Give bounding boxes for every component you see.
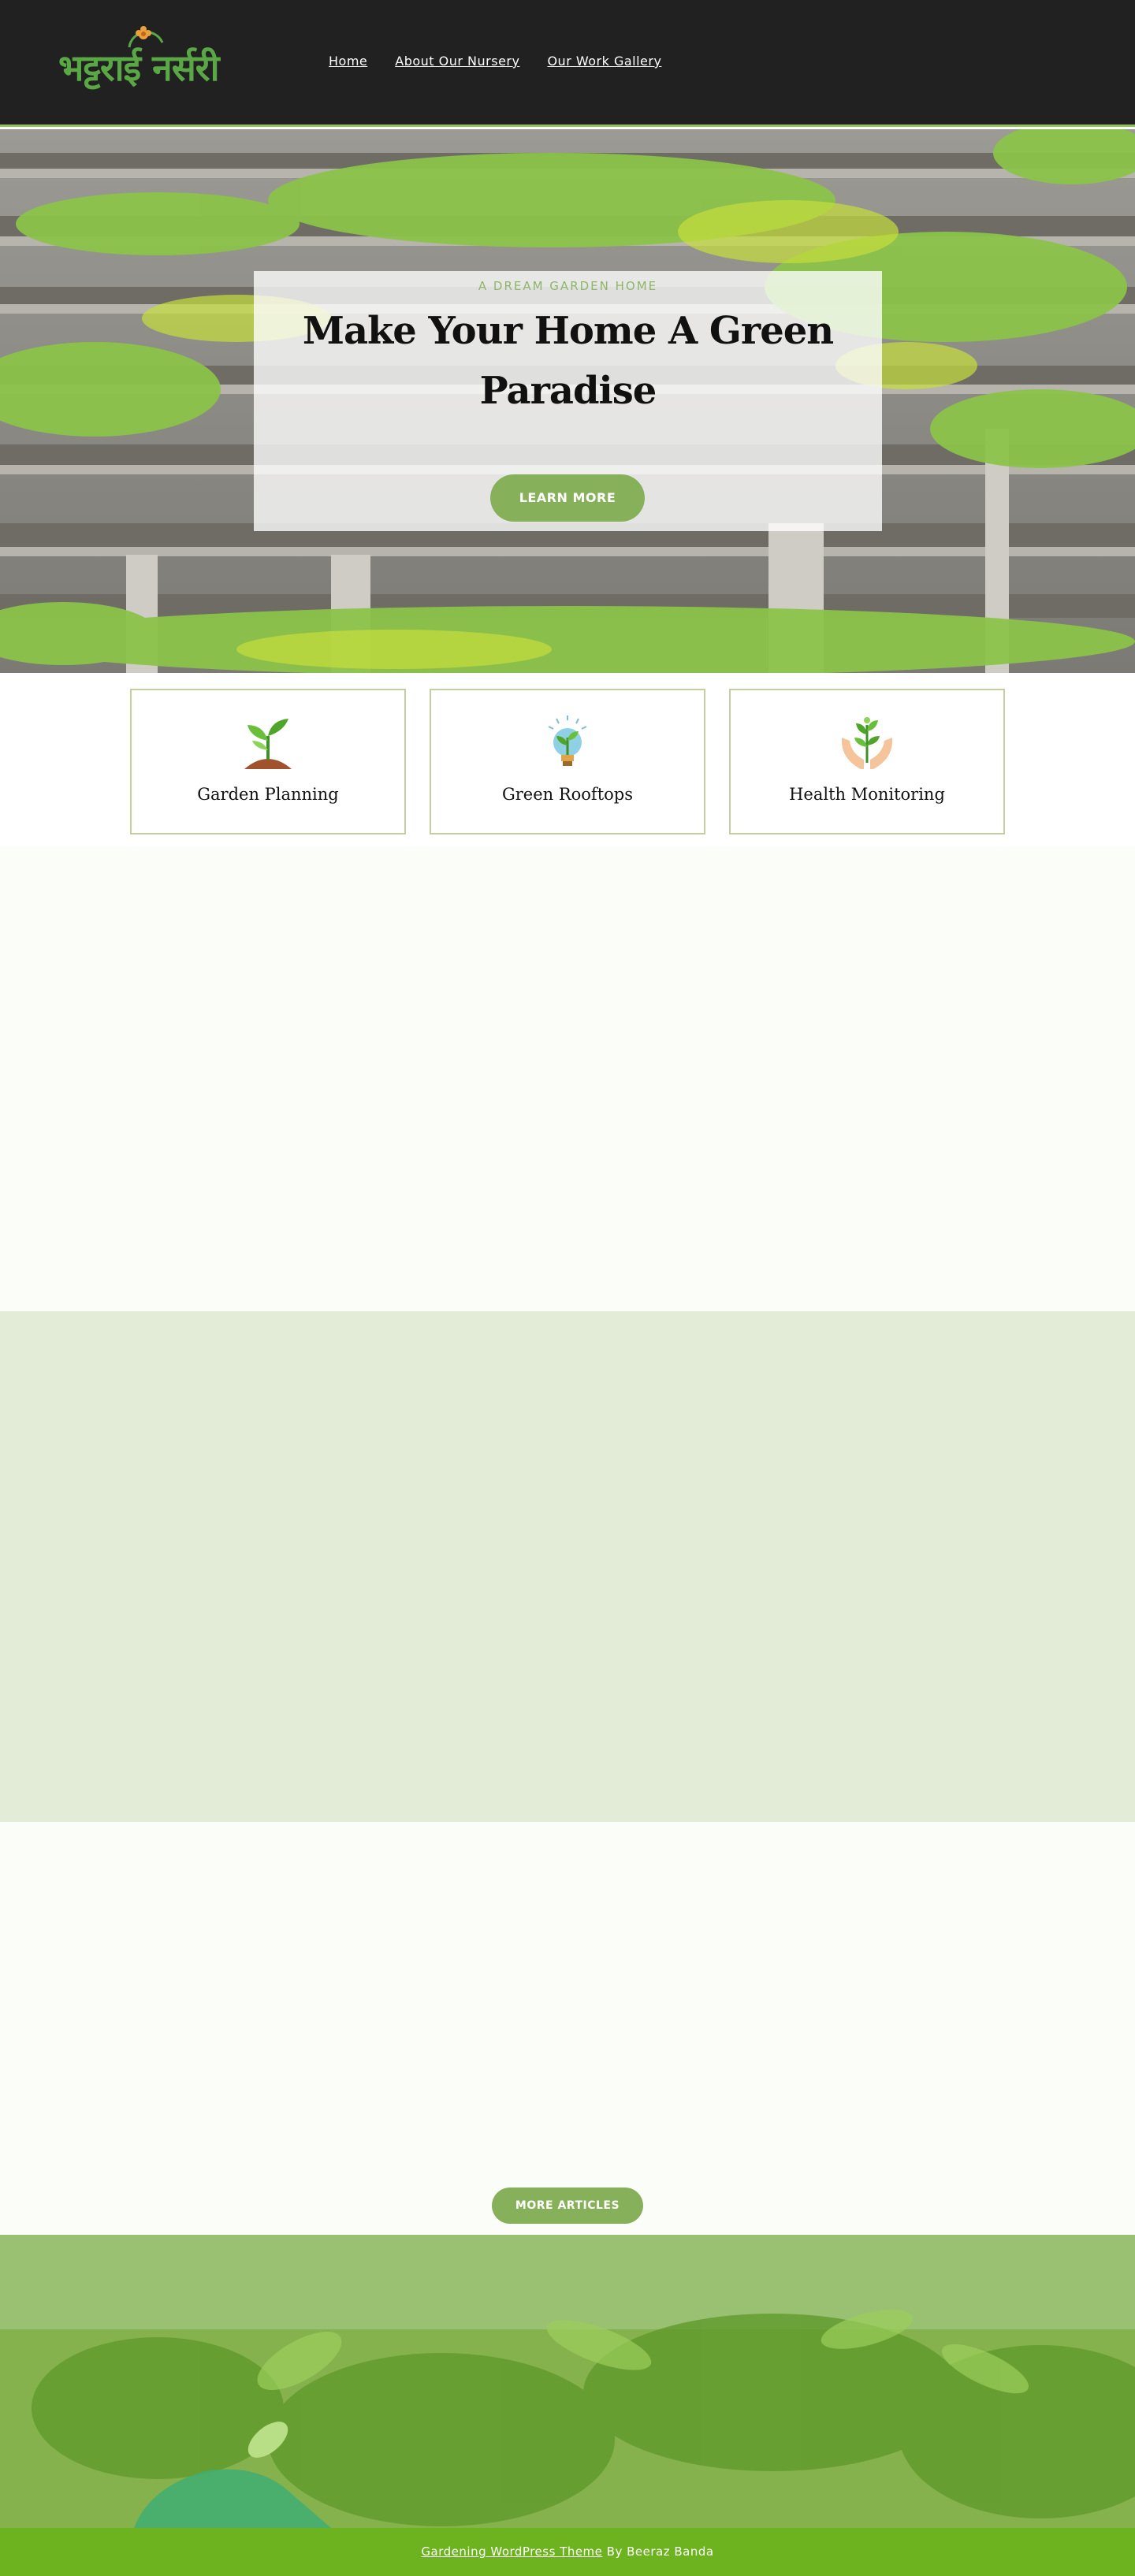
lightbulb-plant-icon (548, 716, 587, 766)
footer-background-image (0, 2235, 1135, 2528)
plants-image (0, 2235, 1135, 2528)
feature-label: Health Monitoring (789, 785, 945, 804)
features-section: Garden Planning Green Rooftops Health Mo… (0, 673, 1135, 846)
content-section-2 (0, 1311, 1135, 1822)
feature-card-garden-planning[interactable]: Garden Planning (130, 689, 406, 835)
hero-section: A DREAM GARDEN HOME Make Your Home A Gre… (0, 129, 1135, 673)
sprout-icon (244, 719, 292, 769)
feature-card-green-rooftops[interactable]: Green Rooftops (430, 689, 705, 835)
author-credit: By Beeraz Banda (602, 2544, 714, 2559)
nav-gallery[interactable]: Our Work Gallery (547, 54, 661, 69)
logo-text: भट्टराई नर्सरी (58, 46, 220, 89)
site-header: भट्टराई नर्सरी Home About Our Nursery Ou… (0, 0, 1135, 127)
theme-credit-link[interactable]: Gardening WordPress Theme (421, 2544, 602, 2559)
main-nav: Home About Our Nursery Our Work Gallery (329, 54, 661, 69)
content-section-1 (0, 846, 1135, 1311)
more-articles-button[interactable]: MORE ARTICLES (492, 2188, 643, 2224)
hands-plant-icon (841, 717, 893, 769)
hero-card: A DREAM GARDEN HOME Make Your Home A Gre… (254, 271, 882, 531)
site-footer: Gardening WordPress Theme By Beeraz Band… (0, 2528, 1135, 2576)
feature-label: Garden Planning (197, 785, 339, 804)
feature-label: Green Rooftops (501, 785, 634, 804)
hero-title: Make Your Home A Green Paradise (302, 309, 834, 413)
hero-subtitle: A DREAM GARDEN HOME (478, 279, 658, 293)
nav-about[interactable]: About Our Nursery (395, 54, 519, 69)
learn-more-button[interactable]: LEARN MORE (490, 474, 645, 522)
nav-home[interactable]: Home (329, 54, 367, 69)
articles-section (0, 1822, 1135, 2235)
feature-card-health-monitoring[interactable]: Health Monitoring (729, 689, 1005, 835)
site-logo[interactable]: भट्टराई नर्सरी (58, 19, 244, 90)
